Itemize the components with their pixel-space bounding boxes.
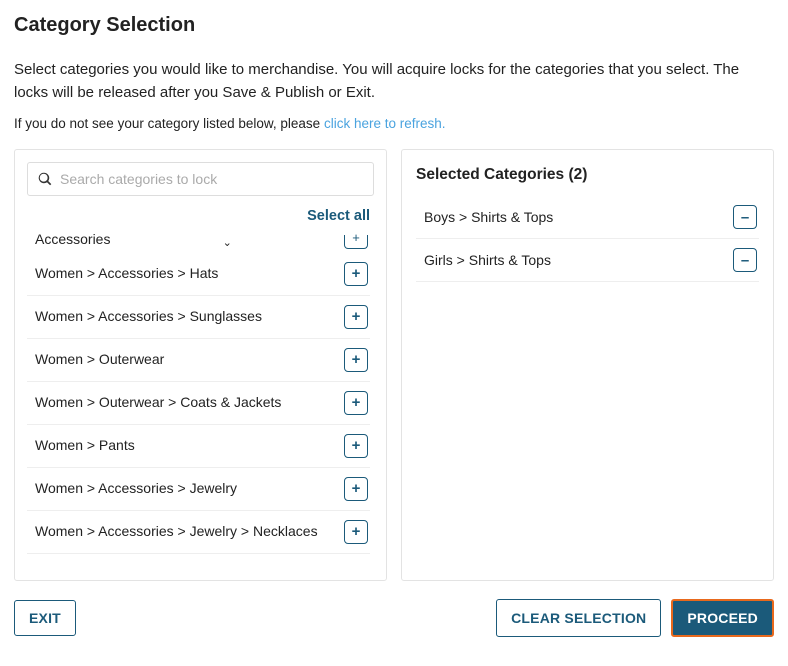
category-row: Women > Accessories > Jewelry > Necklace… [27, 511, 370, 554]
clear-selection-button[interactable]: CLEAR SELECTION [496, 599, 661, 637]
available-categories-panel: Select all Accessories ⌄ + Women > Acces… [14, 149, 387, 581]
category-row: Women > Accessories > Sunglasses + [27, 296, 370, 339]
add-button[interactable]: + [344, 305, 368, 329]
add-button[interactable]: + [344, 477, 368, 501]
add-button[interactable]: + [344, 348, 368, 372]
refresh-link[interactable]: click here to refresh. [324, 116, 446, 131]
add-button[interactable]: + [344, 520, 368, 544]
category-row: Women > Outerwear + [27, 339, 370, 382]
page-title: Category Selection [14, 14, 774, 37]
remove-button[interactable]: – [733, 248, 757, 272]
refresh-line: If you do not see your category listed b… [14, 116, 774, 131]
selected-label: Boys > Shirts & Tops [424, 209, 553, 225]
search-input[interactable] [60, 171, 363, 187]
proceed-button[interactable]: PROCEED [671, 599, 774, 637]
selected-label: Girls > Shirts & Tops [424, 252, 551, 268]
add-button[interactable]: + [344, 391, 368, 415]
category-label: Accessories [35, 230, 116, 249]
footer-right: CLEAR SELECTION PROCEED [496, 599, 774, 637]
category-label: Women > Accessories > Hats [35, 264, 224, 283]
category-row: Women > Outerwear > Coats & Jackets + [27, 382, 370, 425]
category-label: Women > Outerwear [35, 350, 170, 369]
category-label: Women > Outerwear > Coats & Jackets [35, 393, 287, 412]
category-row: Women > Pants + [27, 425, 370, 468]
search-box[interactable] [27, 162, 374, 196]
selected-categories-panel: Selected Categories (2) Boys > Shirts & … [401, 149, 774, 581]
remove-button[interactable]: – [733, 205, 757, 229]
intro-text: Select categories you would like to merc… [14, 59, 774, 104]
search-icon [38, 172, 52, 186]
category-label: Women > Accessories > Jewelry > Necklace… [35, 522, 324, 541]
add-button[interactable]: + [344, 434, 368, 458]
selected-header: Selected Categories (2) [416, 162, 759, 196]
category-list[interactable]: Accessories ⌄ + Women > Accessories > Ha… [27, 230, 374, 568]
category-label: Women > Accessories > Jewelry [35, 479, 243, 498]
chevron-down-icon[interactable]: ⌄ [223, 236, 232, 249]
panels: Select all Accessories ⌄ + Women > Acces… [14, 149, 774, 581]
selected-row: Girls > Shirts & Tops – [416, 239, 759, 282]
select-all-row: Select all [27, 204, 374, 230]
refresh-prefix: If you do not see your category listed b… [14, 116, 324, 131]
category-label: Women > Accessories > Sunglasses [35, 307, 268, 326]
category-row: Women > Accessories > Hats + [27, 253, 370, 296]
select-all-link[interactable]: Select all [307, 208, 370, 224]
selected-row: Boys > Shirts & Tops – [416, 196, 759, 239]
category-label: Women > Pants [35, 436, 141, 455]
category-row: Women > Accessories > Jewelry + [27, 468, 370, 511]
exit-button[interactable]: EXIT [14, 600, 76, 636]
add-button[interactable]: + [344, 262, 368, 286]
category-row-partial: Accessories ⌄ + [27, 230, 370, 253]
footer: EXIT CLEAR SELECTION PROCEED [14, 599, 774, 637]
add-button-partial[interactable]: + [344, 235, 368, 249]
category-list-wrap: Accessories ⌄ + Women > Accessories > Ha… [27, 230, 374, 568]
